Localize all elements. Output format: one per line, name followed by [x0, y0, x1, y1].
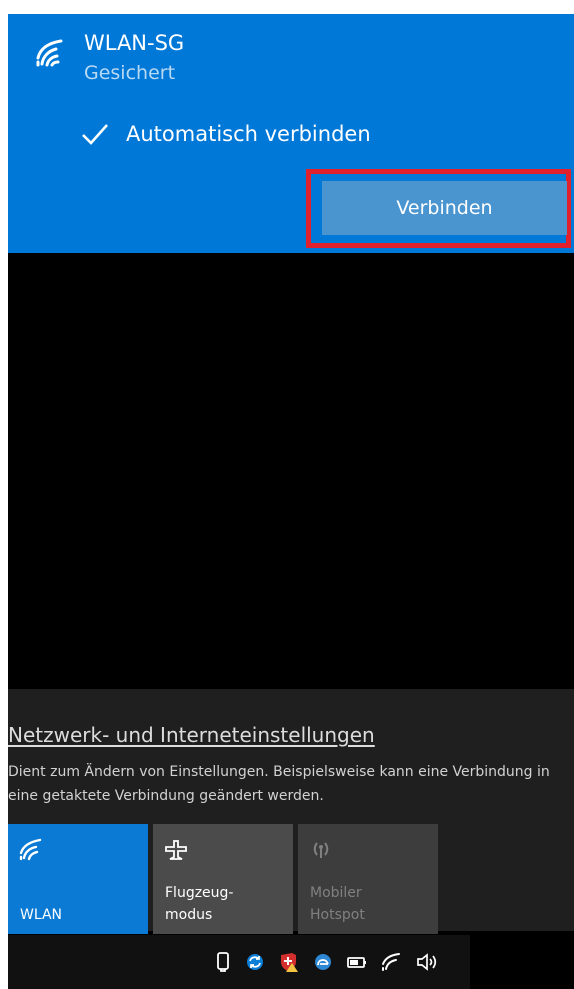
network-settings-link[interactable]: Netzwerk- und Interneteinstellungen	[8, 722, 375, 748]
usb-device-icon[interactable]	[212, 952, 234, 972]
system-tray	[8, 935, 470, 989]
auto-connect-label: Automatisch verbinden	[126, 122, 371, 146]
mobile-hotspot-tile[interactable]: Mobiler Hotspot	[298, 824, 438, 934]
security-alert-icon[interactable]	[278, 952, 300, 972]
wifi-icon	[19, 838, 42, 861]
auto-connect-checkbox[interactable]: Automatisch verbinden	[78, 117, 371, 151]
network-name: WLAN-SG	[84, 31, 185, 55]
airplane-icon	[165, 840, 187, 860]
network-settings-description: Dient zum Ändern von Einstellungen. Beis…	[8, 764, 550, 804]
wlan-tile-label: WLAN	[20, 907, 63, 923]
battery-icon[interactable]	[346, 952, 368, 972]
network-flyout-screenshot: WLAN-SG Gesichert Automatisch verbinden …	[0, 0, 574, 989]
cloud-sync-icon[interactable]	[312, 952, 334, 972]
mobile-hotspot-tile-label: Mobiler Hotspot	[310, 885, 365, 923]
volume-icon[interactable]	[416, 952, 438, 972]
network-flyout: WLAN-SG Gesichert Automatisch verbinden …	[8, 14, 574, 989]
hotspot-icon	[313, 842, 329, 858]
wifi-icon	[36, 39, 63, 67]
connect-button[interactable]: Verbinden	[322, 181, 567, 235]
selected-network-card[interactable]: WLAN-SG Gesichert Automatisch verbinden …	[8, 14, 574, 253]
check-icon	[78, 117, 112, 151]
network-security-status: Gesichert	[84, 62, 176, 84]
wlan-toggle-tile[interactable]: WLAN	[8, 824, 148, 934]
sync-icon[interactable]	[244, 952, 266, 972]
airplane-mode-tile[interactable]: Flugzeug- modus	[153, 824, 293, 934]
wifi-icon[interactable]	[380, 952, 402, 972]
airplane-mode-tile-label: Flugzeug- modus	[165, 885, 234, 923]
